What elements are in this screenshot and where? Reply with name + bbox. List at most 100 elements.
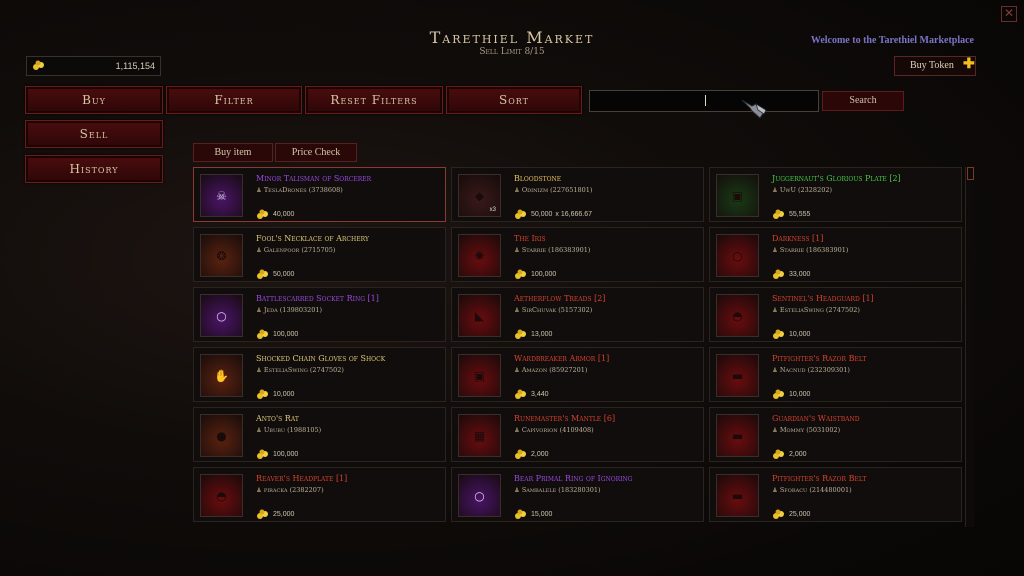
price-value: 2,000 [531,451,549,458]
gold-amount: 1,115,154 [115,61,155,71]
gold-coins-icon [515,449,526,459]
listing-card[interactable]: ▬ Guardian's Waistband ♟ Mommy (5031002) 2,0… [709,407,962,462]
listing-card[interactable]: ❂ Fool's Necklace of Archery ♟ Galenpoor (2… [193,227,446,282]
search-button[interactable]: Search [822,91,904,111]
seller-name: ♟ Starrie (186383901) [514,246,590,254]
buy-token-button[interactable]: Buy Token ✚ [894,56,976,76]
item-price: 50,000 x 16,666.67 [514,204,592,223]
item-price: 55,555 [772,204,810,223]
item-thumbnail: ▣ [458,354,501,397]
search-input[interactable] [589,90,819,112]
item-thumbnail: ◆ x3 [458,174,501,217]
item-price: 100,000 [514,264,556,283]
welcome-message: Welcome to the Tarethiel Marketplace [810,35,974,46]
item-thumbnail: ▦ [458,414,501,457]
listing-card[interactable]: ▣ Wardbreaker Armor [1] ♟ Amazon (85927201)… [451,347,704,402]
user-icon: ♟ [772,186,778,194]
rat-icon: ● [216,428,227,443]
listing-card[interactable]: ▣ Juggernaut's Glorious Plate [2] ♟ UwU (23… [709,167,962,222]
seller-name: ♟ Capivorion (4109408) [514,426,594,434]
item-thumbnail: ○ [200,294,243,337]
item-name: Shocked Chain Gloves of Shock [256,354,386,363]
item-price: 25,000 [256,504,294,523]
item-price: 50,000 [256,264,294,283]
sort-button[interactable]: Sort [446,86,582,114]
user-icon: ♟ [256,426,262,434]
tab-buy-item[interactable]: Buy item [193,143,273,162]
price-value: 50,000 [273,271,295,278]
armor-icon: ▣ [731,188,744,203]
item-name: Pitfighter's Razor Belt [772,354,867,363]
price-value: 100,000 [273,331,299,338]
item-thumbnail: ▬ [716,354,759,397]
reset-filters-button[interactable]: Reset Filters [305,86,443,114]
listing-card[interactable]: ○ Bear Primal Ring of Ignoring ♟ Sambalele … [451,467,704,522]
gold-coins-icon [515,209,526,219]
listing-card[interactable]: ◓ Reaver's Headplate [1] ♟ piracka (2382207… [193,467,446,522]
listing-card[interactable]: ◓ Sentinel's Headguard [1] ♟ EsteliaSwing (… [709,287,962,342]
listing-scrollbar[interactable] [965,167,974,527]
seller-name: ♟ Odinizm (227651801) [514,186,592,194]
listing-card[interactable]: ▦ Runemaster's Mantle [6] ♟ Capivorion (410… [451,407,704,462]
plus-icon: ✚ [963,57,975,72]
cursor-gauntlet-icon [741,99,767,119]
seller-name: ♟ UwU (2328202) [772,186,832,194]
gold-coins-icon [773,449,784,459]
listing-card[interactable]: ○ Battlescarred Socket Ring [1] ♟ Jeda (139… [193,287,446,342]
gold-coins-icon [773,269,784,279]
price-value: 25,000 [789,511,811,518]
gold-coins-icon [257,389,268,399]
unit-price: x 16,666.67 [555,211,593,218]
gold-coins-icon [515,389,526,399]
listing-card[interactable]: ✺ The Iris ♟ Starrie (186383901) 100,000 [451,227,704,282]
staff-icon: ✺ [474,248,485,263]
user-icon: ♟ [772,426,778,434]
close-button[interactable]: ✕ [1001,6,1017,22]
sell-button[interactable]: Sell [25,120,163,148]
price-value: 10,000 [789,391,811,398]
seller-name: ♟ Jeda (139803201) [256,306,322,314]
listing-card[interactable]: ✋ Shocked Chain Gloves of Shock ♟ EsteliaSw… [193,347,446,402]
seller-label: Capivorion (4109408) [521,426,594,434]
tab-price-check[interactable]: Price Check [275,143,357,162]
price-value: 55,555 [789,211,811,218]
item-name: Fool's Necklace of Archery [256,234,369,243]
boots-icon: ◣ [474,308,485,323]
history-button[interactable]: History [25,155,163,183]
listing-card[interactable]: ◣ Aetherflow Treads [2] ♟ SirChuvak (515730… [451,287,704,342]
user-icon: ♟ [514,306,520,314]
sell-limit: Sell Limit 8/15 [479,47,545,57]
gloves-icon: ✋ [214,368,229,383]
scrollbar-thumb[interactable] [967,167,974,180]
item-price: 10,000 [772,384,810,403]
belt-icon: ▬ [731,368,744,383]
user-icon: ♟ [256,246,262,254]
listing-card[interactable]: ◆ x3 Bloodstone ♟ Odinizm (227651801) 50,000 x… [451,167,704,222]
gold-coins-icon [257,269,268,279]
item-quantity: x3 [489,207,496,213]
listing-card[interactable]: ▬ Pitfighter's Razor Belt ♟ Sforacu (214480… [709,467,962,522]
gold-coins-icon [33,60,44,70]
gold-coins-icon [515,329,526,339]
helmet-icon: ◓ [216,488,227,503]
gold-coins-icon [773,389,784,399]
seller-label: Mommy (5031002) [779,426,841,434]
seller-label: EsteliaSwing (2747502) [779,306,860,314]
item-thumbnail: ◓ [200,474,243,517]
item-price: 13,000 [514,324,552,343]
item-thumbnail: ◓ [716,294,759,337]
user-icon: ♟ [514,486,520,494]
buy-button[interactable]: Buy [25,86,163,114]
listing-card[interactable]: ○ Darkness [1] ♟ Starrie (186383901) 33,000 [709,227,962,282]
item-thumbnail: ☠ [200,174,243,217]
listing-card[interactable]: ☠ Minor Talisman of Sorcerer ♟ TeslaDrones … [193,167,446,222]
item-name: Runemaster's Mantle [6] [514,414,616,423]
listing-card[interactable]: ● Anto's Rat ♟ Ububu (1988105) 100,000 [193,407,446,462]
seller-name: ♟ TeslaDrones (3738608) [256,186,343,194]
ring-icon: ○ [474,488,485,503]
user-icon: ♟ [772,366,778,374]
item-name: Bloodstone [514,174,562,183]
listing-card[interactable]: ▬ Pitfighter's Razor Belt ♟ Nacnud (2323093… [709,347,962,402]
filter-button[interactable]: Filter [166,86,302,114]
seller-label: Nacnud (232309301) [779,366,850,374]
